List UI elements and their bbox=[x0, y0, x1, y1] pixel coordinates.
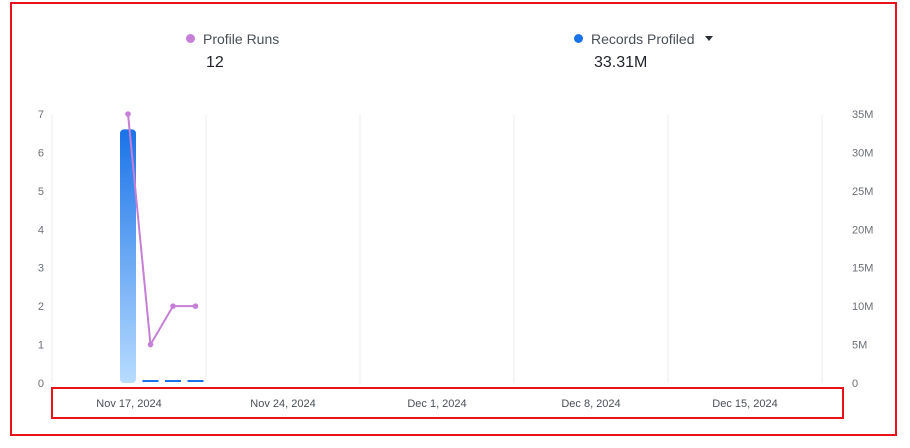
x-axis-highlight-frame bbox=[51, 387, 844, 419]
records-profiled-bar bbox=[142, 380, 159, 382]
left-axis-tick: 2 bbox=[38, 301, 44, 313]
right-axis-tick: 15M bbox=[852, 263, 873, 275]
left-axis-tick: 6 bbox=[38, 147, 44, 159]
records-profiled-bar bbox=[165, 380, 181, 382]
right-axis-tick: 0 bbox=[852, 378, 858, 390]
profile-runs-point bbox=[192, 303, 199, 309]
profile-runs-point bbox=[147, 341, 154, 348]
right-axis-tick: 35M bbox=[852, 109, 873, 121]
right-axis-tick: 10M bbox=[852, 301, 873, 313]
right-axis-tick: 25M bbox=[852, 186, 873, 198]
right-axis-tick: 30M bbox=[852, 147, 873, 159]
right-axis-tick: 5M bbox=[852, 340, 867, 352]
profile-runs-point bbox=[125, 111, 131, 117]
records-profiled-bar bbox=[187, 380, 204, 382]
left-axis-tick: 3 bbox=[38, 263, 44, 275]
left-axis-tick: 7 bbox=[38, 109, 44, 121]
profile-runs-point bbox=[170, 303, 176, 309]
combo-chart: 01234567 05M10M15M20M25M30M35M Nov 17, 2… bbox=[38, 109, 874, 410]
left-axis-tick: 0 bbox=[38, 378, 44, 390]
left-axis-tick: 1 bbox=[38, 340, 44, 352]
left-axis-tick: 5 bbox=[38, 186, 44, 198]
profile-runs-line bbox=[127, 113, 196, 348]
left-axis-tick: 4 bbox=[38, 224, 44, 236]
right-axis-tick: 20M bbox=[852, 224, 873, 236]
